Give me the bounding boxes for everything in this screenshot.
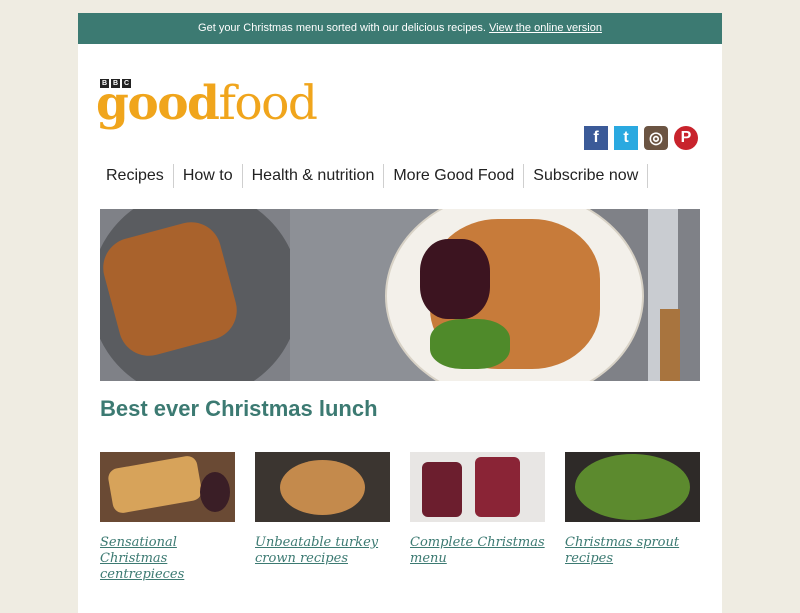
nav-recipes[interactable]: Recipes <box>98 164 174 188</box>
centrepiece-photo[interactable] <box>100 452 235 522</box>
card-link[interactable]: Unbeatable turkey crown recipes <box>255 535 390 567</box>
nav-more-good-food[interactable]: More Good Food <box>384 164 525 188</box>
card-centrepieces[interactable]: Sensational Christmas centrepieces <box>100 452 235 583</box>
recipe-cards: Sensational Christmas centrepieces Unbea… <box>100 452 700 583</box>
email-container: Get your Christmas menu sorted with our … <box>78 13 722 613</box>
card-sprouts[interactable]: Christmas sprout recipes <box>565 452 700 583</box>
turkey-photo[interactable] <box>255 452 390 522</box>
top-banner: Get your Christmas menu sorted with our … <box>78 13 722 44</box>
main-nav: Recipes How to Health & nutrition More G… <box>98 164 649 188</box>
social-links: f t ◎ P <box>584 126 698 150</box>
card-turkey[interactable]: Unbeatable turkey crown recipes <box>255 452 390 583</box>
top-banner-text: Get your Christmas menu sorted with our … <box>198 22 486 34</box>
nav-subscribe-now[interactable]: Subscribe now <box>524 164 649 188</box>
facebook-icon[interactable]: f <box>584 126 608 150</box>
trifle-photo[interactable] <box>410 452 545 522</box>
page-headline[interactable]: Best ever Christmas lunch <box>100 396 378 422</box>
nav-health-nutrition[interactable]: Health & nutrition <box>243 164 385 188</box>
card-link[interactable]: Complete Christmas menu <box>410 535 545 567</box>
pinterest-icon[interactable]: P <box>674 126 698 150</box>
card-link[interactable]: Sensational Christmas centrepieces <box>100 535 235 583</box>
card-link[interactable]: Christmas sprout recipes <box>565 535 700 567</box>
instagram-icon[interactable]: ◎ <box>644 126 668 150</box>
view-online-link[interactable]: View the online version <box>489 22 602 34</box>
nav-how-to[interactable]: How to <box>174 164 243 188</box>
goodfood-logo[interactable]: goodfood <box>96 76 318 131</box>
card-menu[interactable]: Complete Christmas menu <box>410 452 545 583</box>
sprouts-photo[interactable] <box>565 452 700 522</box>
hero-image[interactable] <box>100 209 700 381</box>
twitter-icon[interactable]: t <box>614 126 638 150</box>
